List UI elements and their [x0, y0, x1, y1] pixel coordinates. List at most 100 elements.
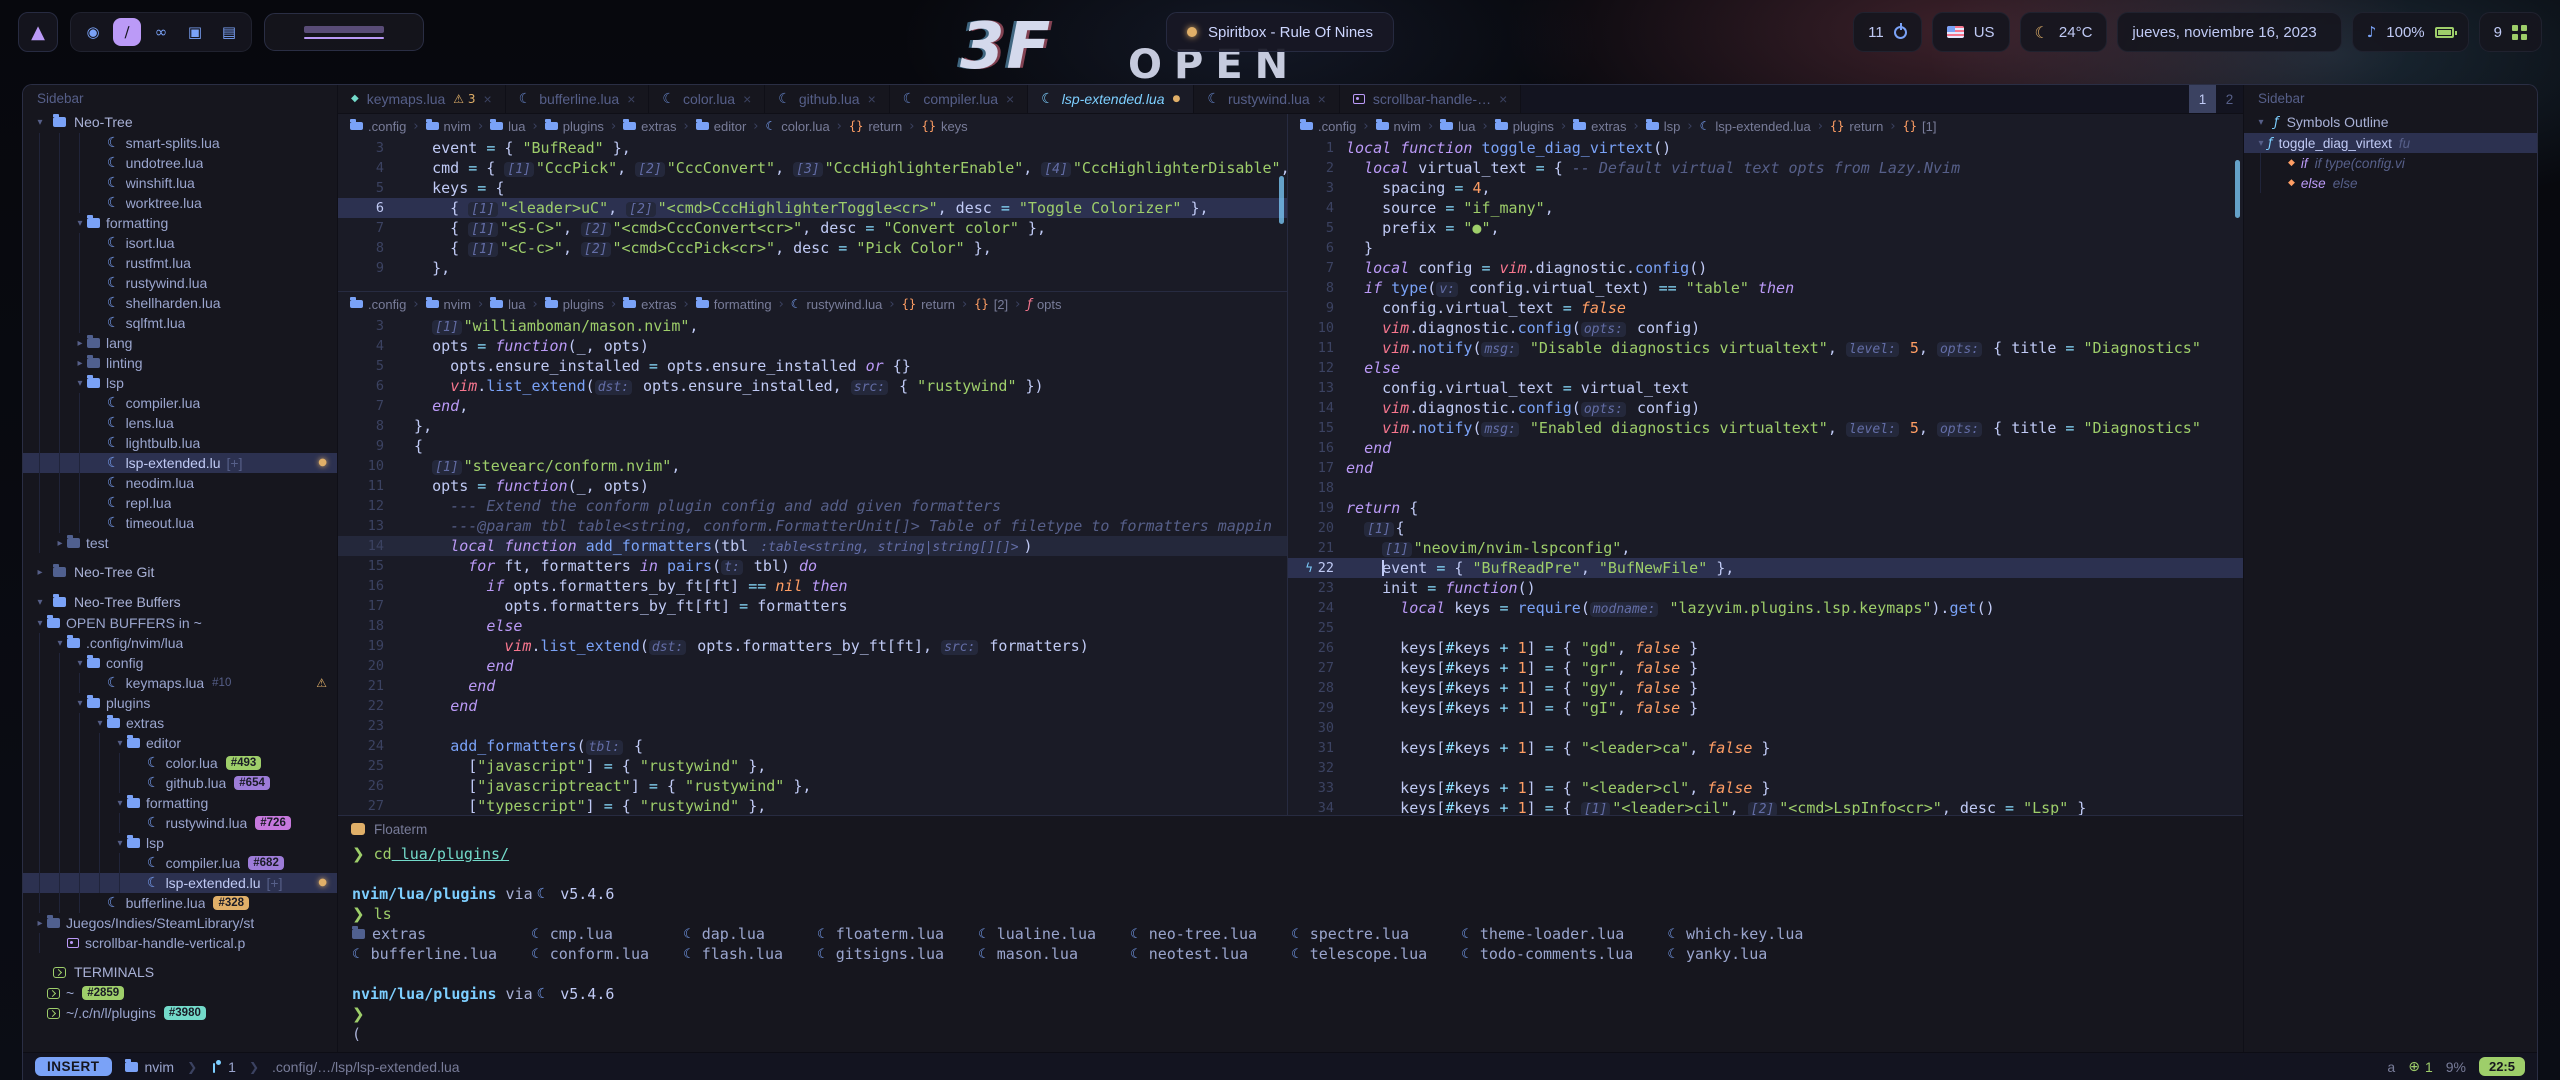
code-line[interactable]: 5 prefix = "●",: [1288, 218, 2243, 238]
tree-item-shellharden-lua[interactable]: ☾shellharden.lua: [23, 293, 337, 313]
code-line[interactable]: 6 vim.list_extend(dst: opts.ensure_insta…: [338, 376, 1287, 396]
tree-item-lsp[interactable]: ▾lsp: [23, 373, 337, 393]
breadcrumb-item[interactable]: {}return: [902, 297, 955, 312]
outline-item-else[interactable]: ◆elseelse: [2244, 173, 2537, 193]
code-line[interactable]: 7 local config = vim.diagnostic.config(): [1288, 258, 2243, 278]
breadcrumb-item[interactable]: lua: [1440, 119, 1475, 134]
lsp-extended-lua-code-area[interactable]: 1local function toggle_diag_virtext()2 l…: [1288, 138, 2243, 815]
tree-item-color-lua[interactable]: ☾color.lua#493: [23, 753, 337, 773]
code-line[interactable]: 24 local keys = require(modname: "lazyvi…: [1288, 598, 2243, 618]
code-line[interactable]: 8 { [1]"<C-c>", [2]"<cmd>CccPick<cr>", d…: [338, 238, 1287, 258]
code-line[interactable]: 23: [338, 716, 1287, 736]
code-line[interactable]: 32: [1288, 758, 2243, 778]
code-line[interactable]: 10 vim.diagnostic.config(opts: config): [1288, 318, 2243, 338]
breadcrumb-item[interactable]: lua: [490, 297, 525, 312]
tree-item-github-lua[interactable]: ☾github.lua#654: [23, 773, 337, 793]
code-line[interactable]: 16 end: [1288, 438, 2243, 458]
breadcrumb-item[interactable]: ƒopts: [1027, 297, 1061, 312]
code-line[interactable]: 21 end: [338, 676, 1287, 696]
code-line[interactable]: 14 vim.diagnostic.config(opts: config): [1288, 398, 2243, 418]
tree-item-lsp-extended-lu[interactable]: ☾lsp-extended.lu[+]●: [23, 873, 337, 893]
code-line[interactable]: 22 end: [338, 696, 1287, 716]
workspace-pill[interactable]: [264, 13, 424, 51]
breadcrumb-item[interactable]: ☾lsp-extended.lua: [1700, 119, 1811, 134]
tree-item-smart-splits-lua[interactable]: ☾smart-splits.lua: [23, 133, 337, 153]
code-line[interactable]: 8 },: [338, 416, 1287, 436]
code-line[interactable]: 3 event = { "BufRead" },: [338, 138, 1287, 158]
keyboard-layout-widget[interactable]: US: [1932, 12, 2010, 52]
workspace-slash-icon[interactable]: ∕: [113, 18, 141, 46]
tab-color-lua[interactable]: ☾color.lua×: [649, 85, 765, 113]
tab-keymaps-lua[interactable]: ◆keymaps.lua⚠ 3×: [338, 85, 506, 113]
workspaces-widget[interactable]: 9: [2479, 12, 2542, 52]
close-tab-icon[interactable]: ×: [1318, 91, 1326, 107]
breadcrumb-item[interactable]: formatting: [696, 297, 772, 312]
tree-item-plugins[interactable]: ▾plugins: [23, 693, 337, 713]
code-line[interactable]: 20 end: [338, 656, 1287, 676]
tree-item-lightbulb-lua[interactable]: ☾lightbulb.lua: [23, 433, 337, 453]
tree-item-undotree-lua[interactable]: ☾undotree.lua: [23, 153, 337, 173]
breadcrumb-item[interactable]: ☾color.lua: [765, 119, 829, 134]
breadcrumb-item[interactable]: extras: [1573, 119, 1626, 134]
tree-item-rustywind-lua[interactable]: ☾rustywind.lua: [23, 273, 337, 293]
tabpage-2[interactable]: 2: [2216, 85, 2243, 113]
code-line[interactable]: 19 vim.list_extend(dst: opts.formatters_…: [338, 636, 1287, 656]
code-line[interactable]: 28 keys[#keys + 1] = { "gy", false }: [1288, 678, 2243, 698]
tree-item-worktree-lua[interactable]: ☾worktree.lua: [23, 193, 337, 213]
launcher-button[interactable]: ▲: [18, 12, 58, 52]
code-line[interactable]: 8 if type(v: config.virtual_text) == "ta…: [1288, 278, 2243, 298]
tree-item-repl-lua[interactable]: ☾repl.lua: [23, 493, 337, 513]
tree-item-lens-lua[interactable]: ☾lens.lua: [23, 413, 337, 433]
tree-item-isort-lua[interactable]: ☾isort.lua: [23, 233, 337, 253]
code-line[interactable]: 27 keys[#keys + 1] = { "gr", false }: [1288, 658, 2243, 678]
git-segment[interactable]: 1: [210, 1059, 236, 1075]
tree-item-config[interactable]: ▾config: [23, 653, 337, 673]
windows-icon[interactable]: ▣: [181, 18, 209, 46]
terminal-output[interactable]: ❯ cd lua/plugins/ nvim/lua/plugins via☾ …: [338, 842, 2243, 1052]
code-line[interactable]: 21 [1]"neovim/nvim-lspconfig",: [1288, 538, 2243, 558]
code-line[interactable]: 14 local function add_formatters(tbl :ta…: [338, 536, 1287, 556]
code-line[interactable]: 34 keys[#keys + 1] = { [1]"<leader>cil",…: [1288, 798, 2243, 815]
code-line[interactable]: 18 else: [338, 616, 1287, 636]
code-line[interactable]: 26 keys[#keys + 1] = { "gd", false }: [1288, 638, 2243, 658]
code-line[interactable]: 2 local virtual_text = { -- Default virt…: [1288, 158, 2243, 178]
code-line[interactable]: 5 keys = {: [338, 178, 1287, 198]
tree-item-scrollbar-handle-vertical-p[interactable]: scrollbar-handle-vertical.p: [23, 933, 337, 953]
file-icon[interactable]: ▤: [215, 18, 243, 46]
tree-item-lang[interactable]: ▸lang: [23, 333, 337, 353]
tab-scrollbar-handle[interactable]: scrollbar-handle-…×: [1340, 85, 1521, 113]
cwd-segment[interactable]: nvim: [125, 1059, 175, 1075]
code-line[interactable]: 24 add_formatters(tbl: {: [338, 736, 1287, 756]
rustywind-lua-code-area[interactable]: 3 [1]"williamboman/mason.nvim",4 opts = …: [338, 316, 1287, 815]
section-header-neo-tree-git[interactable]: ▸Neo-Tree Git: [23, 561, 337, 583]
breadcrumb-item[interactable]: .config: [1300, 119, 1356, 134]
code-line[interactable]: 13 config.virtual_text = virtual_text: [1288, 378, 2243, 398]
code-line[interactable]: 11 vim.notify(msg: "Disable diagnostics …: [1288, 338, 2243, 358]
tree-item-lsp[interactable]: ▾lsp: [23, 833, 337, 853]
tree-item-neodim-lua[interactable]: ☾neodim.lua: [23, 473, 337, 493]
tree-item-rustywind-lua[interactable]: ☾rustywind.lua#726: [23, 813, 337, 833]
code-line[interactable]: 18: [1288, 478, 2243, 498]
tree-item-extras[interactable]: ▾extras: [23, 713, 337, 733]
tree-item-winshift-lua[interactable]: ☾winshift.lua: [23, 173, 337, 193]
code-line[interactable]: 1local function toggle_diag_virtext(): [1288, 138, 2243, 158]
code-line[interactable]: 29 keys[#keys + 1] = { "gI", false }: [1288, 698, 2243, 718]
code-line[interactable]: 4 opts = function(_, opts): [338, 336, 1287, 356]
tab-github-lua[interactable]: ☾github.lua×: [765, 85, 889, 113]
code-line[interactable]: 23 init = function(): [1288, 578, 2243, 598]
code-line[interactable]: 6 }: [1288, 238, 2243, 258]
breadcrumb-item[interactable]: {}[1]: [1903, 119, 1937, 134]
close-tab-icon[interactable]: ×: [868, 91, 876, 107]
breadcrumb-item[interactable]: extras: [623, 119, 676, 134]
breadcrumb-item[interactable]: ☾rustywind.lua: [791, 297, 883, 312]
tree-item-formatting[interactable]: ▾formatting: [23, 213, 337, 233]
section-header-neo-tree[interactable]: ▾Neo-Tree: [23, 111, 337, 133]
code-line[interactable]: 11 opts = function(_, opts): [338, 476, 1287, 496]
close-tab-icon[interactable]: ×: [1006, 91, 1014, 107]
symbols-outline-header[interactable]: ▾ ƒ Symbols Outline: [2244, 111, 2537, 133]
code-line[interactable]: 9 config.virtual_text = false: [1288, 298, 2243, 318]
section-header-neo-tree-buffers[interactable]: ▾Neo-Tree Buffers: [23, 591, 337, 613]
music-widget[interactable]: Spiritbox - Rule Of Nines: [1166, 12, 1394, 52]
breadcrumb-item[interactable]: extras: [623, 297, 676, 312]
code-line[interactable]: 6 { [1]"<leader>uC", [2]"<cmd>CccHighlig…: [338, 198, 1287, 218]
